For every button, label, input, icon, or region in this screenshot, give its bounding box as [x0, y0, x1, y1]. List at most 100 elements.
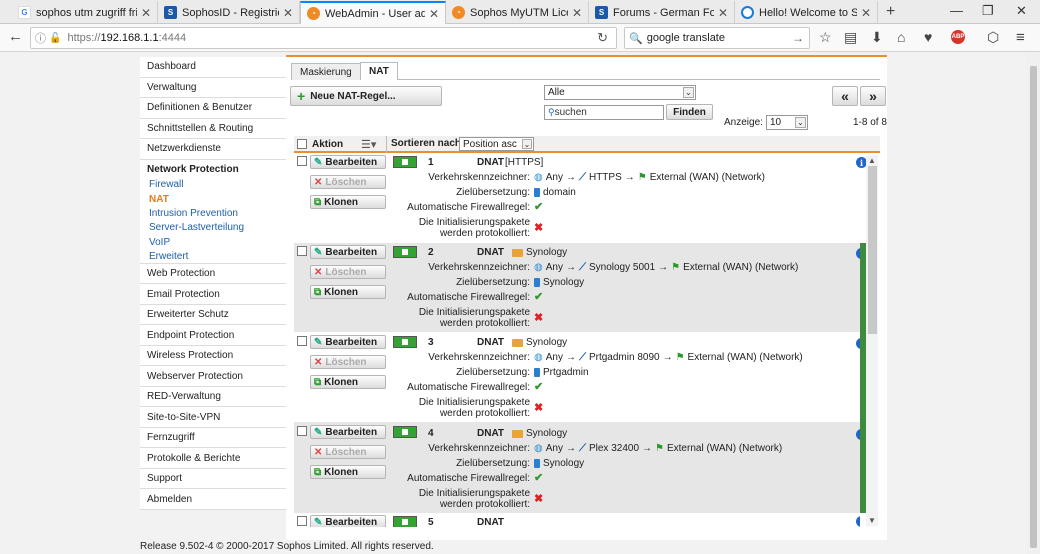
plus-icon: +: [297, 88, 306, 104]
url-bar[interactable]: ⓘ 🔓 https://192.168.1.1:4444 ↻: [30, 27, 617, 49]
sidebar-item-endpoint-protection[interactable]: Endpoint Protection: [140, 325, 286, 346]
sidebar-item-red-verwaltung[interactable]: RED-Verwaltung: [140, 386, 286, 408]
sidebar-subitem-firewall[interactable]: Firewall: [140, 177, 286, 192]
host-icon: [534, 368, 540, 377]
adblock-icon[interactable]: ABP: [951, 30, 965, 44]
sidebar-item-wireless-protection[interactable]: Wireless Protection: [140, 345, 286, 367]
edit-button[interactable]: ✎ Bearbeiten: [310, 335, 386, 349]
close-tab-icon[interactable]: ✕: [718, 6, 728, 20]
sidebar-item-support[interactable]: Support: [140, 468, 286, 490]
browser-tab-1[interactable]: G sophos utm zugriff fritzb ✕: [12, 1, 158, 24]
table-row: ✎ Bearbeiten ✕ Löschen ⧉ Klonen 2 DNAT Syno…: [294, 243, 867, 332]
sidebar-item-netzwerkdienste[interactable]: Netzwerkdienste: [140, 139, 286, 160]
close-tab-icon[interactable]: ✕: [572, 6, 582, 20]
downloads-icon[interactable]: ⬇: [871, 29, 883, 46]
sidebar-item-dashboard[interactable]: Dashboard: [140, 57, 286, 78]
search-input[interactable]: 🔍 google translate →: [624, 27, 810, 49]
browser-tab-6[interactable]: Hello! Welcome to Syno ✕: [735, 1, 878, 24]
row-checkbox[interactable]: [297, 426, 307, 436]
sidebar-subitem-nat[interactable]: NAT: [140, 191, 286, 207]
pocket-icon[interactable]: ♥: [924, 29, 932, 45]
sidebar-item-fernzugriff[interactable]: Fernzugriff: [140, 427, 286, 449]
sidebar-item-email-protection[interactable]: Email Protection: [140, 284, 286, 305]
rule-enabled-toggle[interactable]: [393, 516, 417, 527]
page-scrollbar-thumb[interactable]: [1030, 66, 1037, 548]
tab-nat[interactable]: NAT: [360, 62, 398, 80]
close-tab-icon[interactable]: ✕: [429, 7, 439, 21]
close-tab-icon[interactable]: ✕: [861, 6, 871, 20]
close-window-icon[interactable]: ✕: [1016, 3, 1027, 19]
edit-button[interactable]: ✎ Bearbeiten: [310, 155, 386, 169]
sidebar-subitem-erweitert[interactable]: Erweitert: [140, 249, 286, 264]
sidebar-subitem-intrusion-prevention[interactable]: Intrusion Prevention: [140, 206, 286, 221]
sidebar-item-protokolle[interactable]: Protokolle & Berichte: [140, 448, 286, 469]
reload-icon[interactable]: ↻: [597, 30, 608, 46]
find-button[interactable]: Finden: [666, 104, 713, 120]
info-icon[interactable]: ⓘ: [35, 30, 46, 46]
sidebar-item-definitionen[interactable]: Definitionen & Benutzer: [140, 98, 286, 119]
cross-icon: ✖: [534, 493, 544, 505]
sidebar-subitem-server-lastverteilung[interactable]: Server-Lastverteilung: [140, 220, 286, 236]
row-checkbox[interactable]: [297, 336, 307, 346]
info-icon[interactable]: i: [856, 516, 860, 527]
new-tab-icon[interactable]: +: [886, 3, 895, 21]
first-page-button[interactable]: «: [832, 86, 858, 106]
menu-icon[interactable]: ≡: [1016, 29, 1025, 46]
new-nat-rule-button[interactable]: + Neue NAT-Regel...: [290, 86, 442, 106]
edit-button[interactable]: ✎ Bearbeiten: [310, 425, 386, 439]
sidebar-item-abmelden[interactable]: Abmelden: [140, 489, 286, 510]
sidebar-item-erweiterter-schutz[interactable]: Erweiterter Schutz: [140, 304, 286, 326]
table-scrollbar-thumb[interactable]: [868, 166, 877, 334]
edit-button[interactable]: ✎ Bearbeiten: [310, 515, 386, 527]
next-page-button[interactable]: »: [860, 86, 886, 106]
google-icon: G: [18, 6, 31, 19]
sidebar-item-verwaltung[interactable]: Verwaltung: [140, 77, 286, 98]
browser-tab-2[interactable]: S SophosID - Registrieren ✕: [158, 1, 300, 24]
sidebar-item-webserver-protection[interactable]: Webserver Protection: [140, 366, 286, 387]
webadmin-icon: ◔: [452, 6, 465, 19]
scroll-up-icon[interactable]: ▲: [868, 156, 876, 165]
rule-number: 5: [428, 517, 434, 527]
filter-select[interactable]: Alle ⌄: [544, 85, 696, 100]
home-icon[interactable]: ⌂: [897, 29, 905, 45]
rule-number: 1: [428, 157, 434, 168]
go-arrow-icon[interactable]: →: [792, 31, 804, 45]
browser-tab-3[interactable]: ◔ WebAdmin - User admin ✕: [300, 1, 446, 24]
restore-icon[interactable]: ❐: [982, 3, 994, 19]
close-tab-icon[interactable]: ✕: [283, 6, 293, 20]
back-icon[interactable]: ←: [8, 28, 23, 45]
traffic-selector-label: Verkehrskennzeichner:: [428, 352, 530, 363]
search-field[interactable]: ⚲ suchen: [544, 105, 664, 120]
edit-button[interactable]: ✎ Bearbeiten: [310, 245, 386, 259]
select-all-checkbox[interactable]: [297, 139, 307, 149]
browser-tab-4[interactable]: ◔ Sophos MyUTM Licensin ✕: [446, 1, 589, 24]
row-checkbox[interactable]: [297, 156, 307, 166]
scroll-down-icon[interactable]: ▼: [868, 516, 876, 525]
sidebar-subitem-voip[interactable]: VoIP: [140, 235, 286, 250]
display-count-select[interactable]: 10 ⌄: [766, 115, 808, 130]
tab-maskierung[interactable]: Maskierung: [291, 63, 361, 80]
auto-firewall-label: Automatische Firewallregel:: [407, 473, 530, 484]
reader-list-icon[interactable]: ▤: [844, 29, 857, 46]
row-checkbox[interactable]: [297, 246, 307, 256]
sidebar-item-schnittstellen[interactable]: Schnittstellen & Routing: [140, 118, 286, 139]
rule-enabled-toggle[interactable]: [393, 156, 417, 168]
log-label-1: Die Initialisierungspakete: [418, 217, 530, 228]
column-menu-icon[interactable]: ☰▾: [361, 138, 376, 151]
insecure-lock-icon[interactable]: 🔓: [49, 33, 61, 44]
rule-enabled-toggle[interactable]: [393, 246, 417, 258]
rule-enabled-toggle[interactable]: [393, 336, 417, 348]
bookmark-star-icon[interactable]: ☆: [819, 29, 832, 46]
minimize-icon[interactable]: —: [950, 3, 963, 18]
sidebar-item-site-to-site-vpn[interactable]: Site-to-Site-VPN: [140, 407, 286, 428]
close-tab-icon[interactable]: ✕: [141, 6, 151, 20]
checkmark-icon: ✔: [534, 472, 544, 484]
extension-icon[interactable]: ⬡: [987, 29, 999, 46]
edit-icon: ✎: [314, 156, 323, 168]
browser-tab-5[interactable]: S Forums - German Forum ✕: [589, 1, 735, 24]
sidebar-item-network-protection[interactable]: Network Protection: [140, 159, 286, 178]
row-checkbox[interactable]: [297, 516, 307, 526]
rule-enabled-toggle[interactable]: [393, 426, 417, 438]
sort-select[interactable]: Position asc ⌄: [459, 137, 534, 151]
sidebar-item-web-protection[interactable]: Web Protection: [140, 263, 286, 285]
